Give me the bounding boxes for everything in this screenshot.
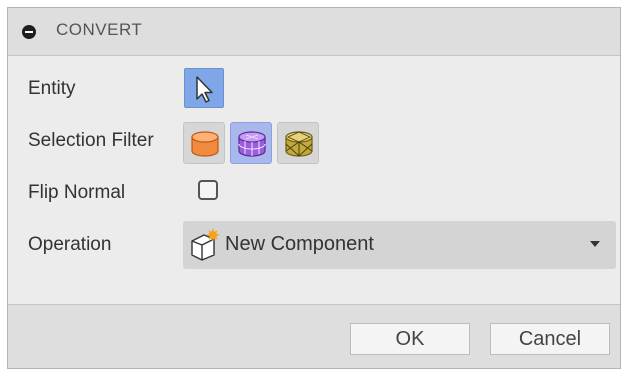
selection-filter-label: Selection Filter: [28, 130, 154, 151]
operation-dropdown[interactable]: New Component: [183, 221, 616, 269]
mesh-body-icon: [238, 131, 266, 157]
chevron-down-icon: [590, 241, 600, 247]
solid-body-icon: [191, 131, 219, 157]
entity-label: Entity: [28, 78, 76, 99]
flip-normal-label: Flip Normal: [28, 182, 126, 203]
ok-button[interactable]: OK: [350, 323, 470, 355]
dialog-header: CONVERT: [8, 8, 620, 56]
operation-label: Operation: [28, 234, 112, 255]
cursor-arrow-icon: [196, 76, 213, 103]
faceted-body-icon: [285, 131, 313, 157]
entity-select-button[interactable]: [184, 68, 224, 108]
operation-value: New Component: [225, 233, 374, 255]
solid-body-filter-button[interactable]: [183, 122, 225, 164]
convert-dialog: CONVERT Entity Selection Filter Flip Nor…: [7, 7, 621, 369]
mesh-body-filter-button[interactable]: [230, 122, 272, 164]
faceted-body-filter-button[interactable]: [277, 122, 319, 164]
dialog-title: CONVERT: [56, 20, 143, 39]
cancel-button[interactable]: Cancel: [490, 323, 610, 355]
dialog-footer: OK Cancel: [8, 304, 620, 368]
flip-normal-checkbox[interactable]: [198, 180, 218, 200]
new-component-icon: [191, 229, 219, 261]
collapse-icon[interactable]: [22, 25, 36, 39]
